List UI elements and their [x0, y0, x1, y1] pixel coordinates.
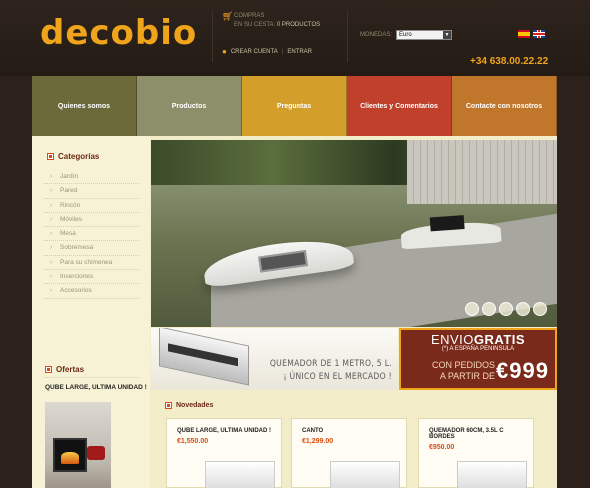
login-link[interactable]: ENTRAR [287, 49, 312, 55]
product-thumbnail[interactable] [457, 461, 527, 488]
slider-dot[interactable] [482, 302, 496, 316]
uk-flag-icon[interactable] [533, 30, 545, 38]
nav-item-contacte[interactable]: Contacte con nosotros [452, 76, 557, 136]
account-links: ● CREAR CUENTA | ENTRAR [222, 47, 312, 56]
header-divider [212, 10, 213, 62]
cond-line-1: CON PEDIDOS [431, 360, 495, 370]
product-card[interactable]: QUEMADOR 60CM, 3.5L C BORDES €950.00 [418, 418, 534, 488]
cart-label: COMPRAS [234, 13, 265, 19]
bullet-icon [47, 153, 54, 160]
chair-illustration [87, 446, 105, 460]
category-item[interactable]: Sobremesa [44, 241, 140, 256]
nav-item-preguntas[interactable]: Preguntas [242, 76, 347, 136]
es-flag-icon[interactable] [518, 30, 530, 38]
slider-dot[interactable] [499, 302, 513, 316]
product-price: €1,299.00 [302, 438, 334, 445]
slider-dot[interactable] [533, 302, 547, 316]
offers-title: Ofertas [56, 365, 85, 374]
product-thumbnail[interactable] [330, 461, 400, 488]
currency-select[interactable]: Euro ▼ [396, 30, 453, 40]
shipping-condition: CON PEDIDOS A PARTIR DE [407, 360, 495, 382]
category-item[interactable]: Móviles [44, 213, 140, 228]
category-item[interactable]: Para su chimenea [44, 256, 140, 271]
product-name[interactable]: QUEMADOR 60CM, 3.5L C BORDES [429, 428, 523, 440]
category-list: Jardín Pared Rincón Móviles Mesa Sobreme… [44, 170, 140, 299]
slider-dot[interactable] [465, 302, 479, 316]
category-item[interactable]: Accesorios [44, 284, 140, 299]
product-name[interactable]: CANTO [302, 428, 396, 434]
account-separator: | [281, 48, 284, 55]
offers-heading: Ofertas [45, 365, 85, 374]
user-icon: ● [222, 47, 227, 56]
categories-heading: Categorías [47, 152, 100, 161]
shipping-headline: ENVIOGRATIS [401, 332, 555, 347]
slider-dots [465, 302, 547, 316]
cart-count[interactable]: 0 PRODUCTOS [277, 22, 320, 28]
category-item[interactable]: Rincón [44, 199, 140, 213]
header-divider [347, 10, 348, 62]
product-card[interactable]: QUBE LARGE, ULTIMA UNIDAD ! €1,550.00 [166, 418, 282, 488]
fireplace-illustration [53, 438, 87, 472]
offer-product-name[interactable]: QUBE LARGE, ULTIMA UNIDAD ! [45, 384, 147, 391]
cart-status-prefix: EN SU CESTA: [234, 22, 276, 28]
promo-line-1: QUEMADOR DE 1 METRO, 5 L. [269, 359, 392, 369]
slider-dot[interactable] [516, 302, 530, 316]
nav-item-productos[interactable]: Productos [137, 76, 242, 136]
categories-title: Categorías [58, 152, 100, 161]
site-header: decobio 🛒︎ COMPRAS EN SU CESTA: 0 PRODUC… [0, 0, 590, 76]
main-content: Categorías Jardín Pared Rincón Móviles M… [32, 136, 557, 488]
promo-line-2: ¡ ÚNICO EN EL MERCADO ! [283, 372, 392, 382]
shipping-part-2: GRATIS [473, 332, 526, 347]
category-item[interactable]: Inserciones [44, 270, 140, 285]
offer-product-image[interactable] [45, 402, 111, 488]
create-account-link[interactable]: CREAR CUENTA [231, 49, 278, 55]
product-thumbnail[interactable] [205, 461, 275, 488]
shipping-sub: (*) A ESPAÑA PENINSULA [441, 346, 515, 352]
language-switcher [518, 30, 545, 38]
main-nav: Quienes somos Productos Preguntas Client… [32, 76, 557, 136]
bullet-icon [165, 402, 172, 409]
shipping-threshold: €999 [496, 358, 549, 383]
cart-icon: 🛒︎ [222, 11, 234, 21]
nav-item-clientes[interactable]: Clientes y Comentarios [347, 76, 452, 136]
novedades-heading: Novedades [165, 402, 214, 409]
currency-label: MONEDAS: [360, 32, 393, 38]
currency-selected: Euro [399, 32, 412, 38]
divider [44, 377, 140, 378]
product-card[interactable]: CANTO €1,299.00 [291, 418, 407, 488]
cond-line-2: A PARTIR DE [439, 371, 495, 381]
promo-burner-banner[interactable]: QUEMADOR DE 1 METRO, 5 L. ¡ ÚNICO EN EL … [151, 328, 398, 390]
category-item[interactable]: Jardín [44, 170, 140, 185]
product-name[interactable]: QUBE LARGE, ULTIMA UNIDAD ! [177, 428, 271, 434]
currency-selector: MONEDAS: Euro ▼ [360, 30, 453, 40]
cart-summary[interactable]: 🛒︎ COMPRAS EN SU CESTA: 0 PRODUCTOS [222, 12, 320, 30]
free-shipping-banner[interactable]: ENVIOGRATIS (*) A ESPAÑA PENINSULA CON P… [399, 328, 557, 390]
product-price: €1,550.00 [177, 438, 209, 445]
bullet-icon [45, 366, 52, 373]
category-item[interactable]: Mesa [44, 227, 140, 242]
site-logo[interactable]: decobio [40, 16, 197, 50]
category-item[interactable]: Pared [44, 184, 140, 199]
promo-burner-text: QUEMADOR DE 1 METRO, 5 L. ¡ ÚNICO EN EL … [270, 358, 392, 384]
sidebar: Categorías Jardín Pared Rincón Móviles M… [32, 136, 150, 488]
chevron-down-icon: ▼ [443, 31, 452, 39]
burner-product-image [159, 328, 249, 386]
hero-fence [407, 140, 557, 204]
shipping-part-1: ENVIO [430, 332, 474, 347]
hero-slider[interactable] [151, 140, 557, 327]
nav-item-quienes-somos[interactable]: Quienes somos [32, 76, 137, 136]
product-price: €950.00 [429, 444, 455, 451]
phone-number: +34 638.00.22.22 [470, 56, 549, 67]
novedades-title: Novedades [176, 402, 214, 409]
